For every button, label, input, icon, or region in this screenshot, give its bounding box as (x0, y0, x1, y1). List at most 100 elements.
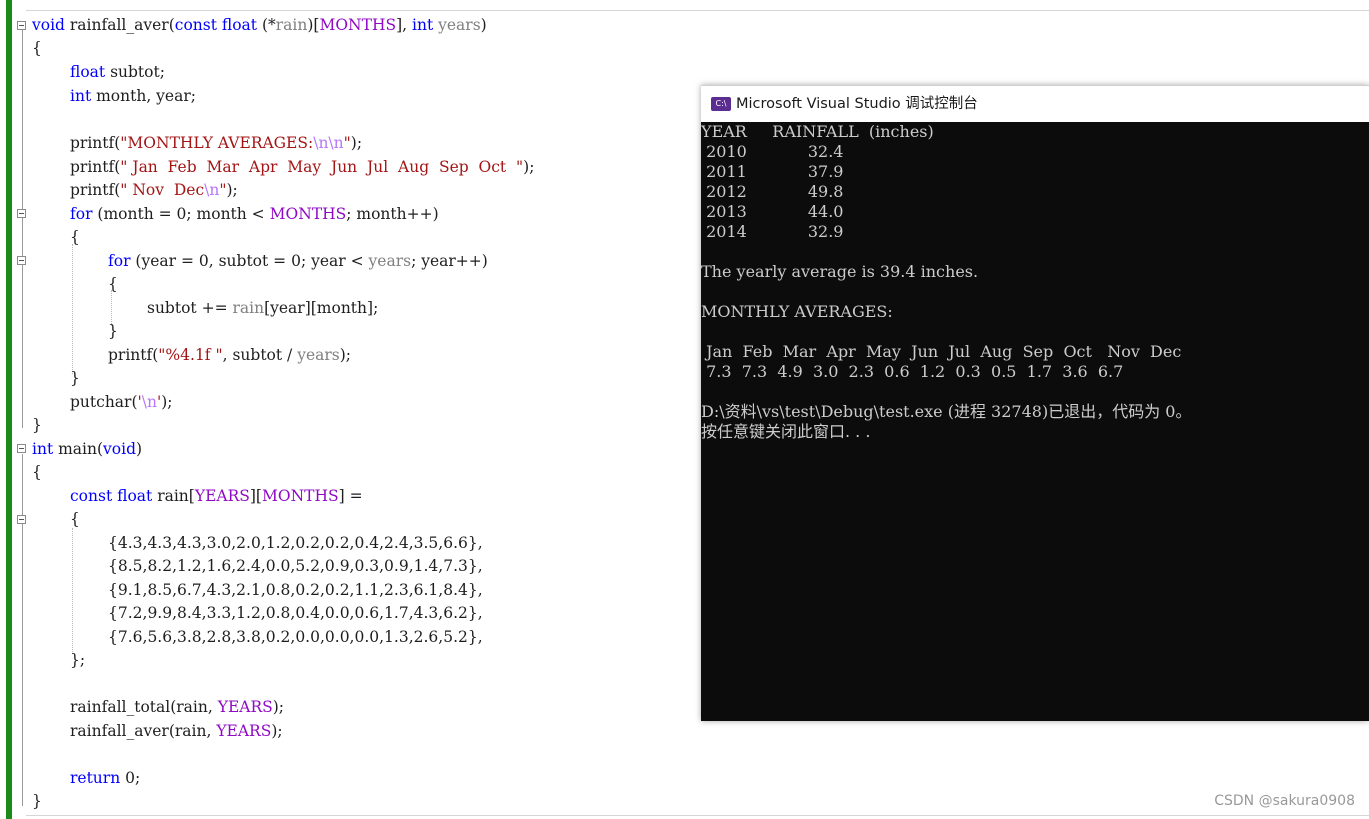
parameter: rain (232, 299, 265, 317)
escape-sequence: \n (204, 181, 220, 199)
code-line[interactable]: printf(" Nov Dec\n"); (70, 179, 238, 201)
code-text: subtot; (105, 63, 165, 81)
code-line[interactable]: int month, year; (70, 85, 196, 107)
code-line[interactable]: int main(void) (32, 438, 142, 460)
keyword: for (70, 205, 93, 223)
code-line[interactable]: {4.3,4.3,4.3,3.0,2.0,1.2,0.2,0.2,0.4,2.4… (108, 532, 483, 554)
keyword: const (70, 487, 113, 505)
keyword: for (108, 252, 131, 270)
code-text: printf( (70, 181, 121, 199)
code-line[interactable]: } (32, 790, 42, 812)
code-line[interactable]: {8.5,8.2,1.2,1.6,2.4,0.0,5.2,0.9,0.3,0.9… (108, 555, 483, 577)
fold-toggle-icon[interactable] (17, 21, 26, 30)
console-line: 2011 37.9 (701, 162, 844, 181)
code-text: main( (53, 440, 104, 458)
debug-console-window[interactable]: C:\ Microsoft Visual Studio 调试控制台 YEAR R… (701, 85, 1369, 721)
code-line[interactable]: } (32, 414, 42, 436)
code-line[interactable]: putchar('\n'); (70, 391, 173, 413)
brace: }; (70, 651, 86, 669)
macro: YEARS (216, 722, 272, 740)
code-line[interactable]: }; (70, 649, 85, 671)
code-text: ); (339, 346, 352, 364)
code-text: month, year; (91, 87, 196, 105)
string-literal: " (343, 134, 351, 152)
macro: YEARS (217, 698, 273, 716)
code-text: (year = 0, subtot = 0; year < (130, 252, 369, 270)
keyword: int (412, 16, 434, 34)
console-title: Microsoft Visual Studio 调试控制台 (736, 96, 978, 112)
keyword: int (32, 440, 54, 458)
brace: { (108, 275, 118, 293)
code-line[interactable]: { (70, 508, 80, 530)
console-line: 按任意键关闭此窗口. . . (701, 422, 871, 441)
code-text: rainfall_total(rain, (70, 698, 218, 716)
code-line[interactable]: for (month = 0; month < MONTHS; month++) (70, 203, 439, 225)
array-row: {8.5,8.2,1.2,1.6,2.4,0.0,5.2,0.9,0.3,0.9… (108, 557, 483, 575)
code-line[interactable]: {7.6,5.6,3.8,2.8,3.8,0.2,0.0,0.0,0.0,1.3… (108, 626, 483, 648)
indent-guide (72, 244, 73, 374)
keyword: return (70, 769, 121, 787)
code-line[interactable]: { (108, 273, 118, 295)
scope-line-main (22, 454, 23, 806)
code-line[interactable]: const float rain[YEARS][MONTHS] = (70, 485, 363, 507)
console-titlebar[interactable]: C:\ Microsoft Visual Studio 调试控制台 (701, 85, 1369, 122)
code-line[interactable]: rainfall_aver(rain, YEARS); (70, 720, 283, 742)
code-line[interactable]: float subtot; (70, 61, 165, 83)
keyword: float (117, 487, 153, 505)
code-text: putchar( (70, 393, 138, 411)
code-line[interactable]: } (70, 367, 80, 389)
keyword: float (221, 16, 258, 34)
code-line[interactable]: { (32, 37, 42, 59)
code-line[interactable]: rainfall_total(rain, YEARS); (70, 696, 284, 718)
code-line[interactable]: printf("MONTHLY AVERAGES:\n\n"); (70, 132, 362, 154)
console-app-icon: C:\ (711, 97, 731, 111)
macro: MONTHS (319, 16, 397, 34)
code-text: , subtot / (222, 346, 298, 364)
code-line[interactable]: {9.1,8.5,6.7,4.3,2.1,0.8,0.2,0.2,1.1,2.3… (108, 579, 483, 601)
code-line[interactable]: subtot += rain[year][month]; (147, 297, 378, 319)
code-line[interactable]: for (year = 0, subtot = 0; year < years;… (108, 250, 488, 272)
brace: } (32, 416, 42, 434)
code-text: ); (226, 181, 238, 199)
string-literal: " (219, 181, 227, 199)
code-line[interactable]: printf(" Jan Feb Mar Apr May Jun Jul Aug… (70, 156, 534, 178)
fold-toggle-icon[interactable] (17, 444, 26, 453)
indent-guide (72, 528, 73, 654)
macro: YEARS (194, 487, 250, 505)
code-text: ; year++) (411, 252, 488, 270)
code-text: [year][month]; (264, 299, 379, 317)
string-literal: " Jan Feb Mar Apr May Jun Jul Aug Sep Oc… (120, 158, 524, 176)
fold-toggle-icon[interactable] (17, 256, 26, 265)
console-output[interactable]: YEAR RAINFALL (inches) 2010 32.4 2011 37… (701, 122, 1369, 721)
parameter: years (297, 346, 340, 364)
code-line[interactable]: {7.2,9.9,8.4,3.3,1.2,0.8,0.4,0.0,0.6,1.7… (108, 602, 483, 624)
brace: } (70, 369, 80, 387)
array-row: {7.6,5.6,3.8,2.8,3.8,0.2,0.0,0.0,0.0,1.3… (108, 628, 483, 646)
scope-line-rainfall-aver (22, 30, 23, 428)
console-line: YEAR RAINFALL (inches) (701, 122, 934, 141)
brace: { (32, 39, 42, 57)
code-text: (* (257, 16, 276, 34)
console-line: MONTHLY AVERAGES: (701, 302, 893, 321)
parameter: rain (275, 16, 308, 34)
code-text: ); (161, 393, 173, 411)
code-line[interactable]: void rainfall_aver(const float (*rain)[M… (32, 14, 487, 36)
code-text: rainfall_aver( (64, 16, 175, 34)
code-line[interactable]: } (108, 320, 118, 342)
code-line[interactable]: return 0; (70, 767, 140, 789)
brace: } (32, 792, 42, 810)
keyword: void (32, 16, 65, 34)
array-row: {7.2,9.9,8.4,3.3,1.2,0.8,0.4,0.0,0.6,1.7… (108, 604, 483, 622)
macro: MONTHS (269, 205, 347, 223)
fold-toggle-icon[interactable] (17, 209, 26, 218)
code-line[interactable]: { (70, 226, 80, 248)
code-text: rain[ (152, 487, 195, 505)
code-line[interactable]: { (32, 461, 42, 483)
string-literal: "MONTHLY AVERAGES: (120, 134, 314, 152)
keyword: void (103, 440, 136, 458)
code-line[interactable]: printf("%4.1f ", subtot / years); (108, 344, 351, 366)
fold-toggle-icon[interactable] (17, 515, 26, 524)
code-text: ); (523, 158, 535, 176)
code-area[interactable]: void rainfall_aver(const float (*rain)[M… (0, 0, 700, 819)
watermark: CSDN @sakura0908 (1214, 793, 1355, 809)
